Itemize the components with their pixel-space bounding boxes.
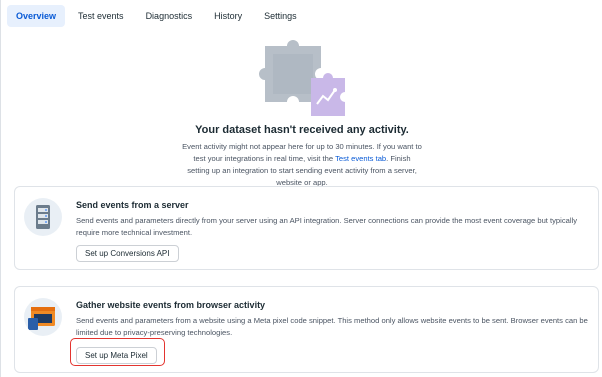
test-events-link[interactable]: Test events tab bbox=[335, 154, 386, 163]
server-icon bbox=[24, 198, 62, 236]
tab-settings[interactable]: Settings bbox=[255, 5, 306, 27]
dataset-overview-page: Overview Test events Diagnostics History… bbox=[0, 0, 602, 377]
empty-state-title: Your dataset hasn't received any activit… bbox=[195, 124, 409, 136]
tab-test-events[interactable]: Test events bbox=[69, 5, 133, 27]
tab-overview[interactable]: Overview bbox=[7, 5, 66, 27]
setup-meta-pixel-button[interactable]: Set up Meta Pixel bbox=[76, 347, 157, 364]
tab-bar: Overview Test events Diagnostics History… bbox=[7, 4, 306, 28]
puzzle-illustration bbox=[259, 40, 345, 116]
server-events-card: Send events from a server Send events an… bbox=[14, 186, 599, 270]
empty-state: Your dataset hasn't received any activit… bbox=[1, 30, 602, 187]
browser-events-card: Gather website events from browser activ… bbox=[14, 286, 599, 373]
card-title: Send events from a server bbox=[76, 200, 189, 210]
card-title: Gather website events from browser activ… bbox=[76, 300, 266, 310]
tab-history[interactable]: History bbox=[205, 5, 251, 27]
card-description: Send events and parameters from a websit… bbox=[76, 316, 588, 337]
browser-window-icon bbox=[24, 298, 62, 336]
card-description: Send events and parameters directly from… bbox=[76, 216, 578, 237]
empty-state-description: Event activity might not appear here for… bbox=[182, 141, 422, 189]
tab-diagnostics[interactable]: Diagnostics bbox=[137, 5, 202, 27]
setup-conversions-api-button[interactable]: Set up Conversions API bbox=[76, 245, 179, 262]
